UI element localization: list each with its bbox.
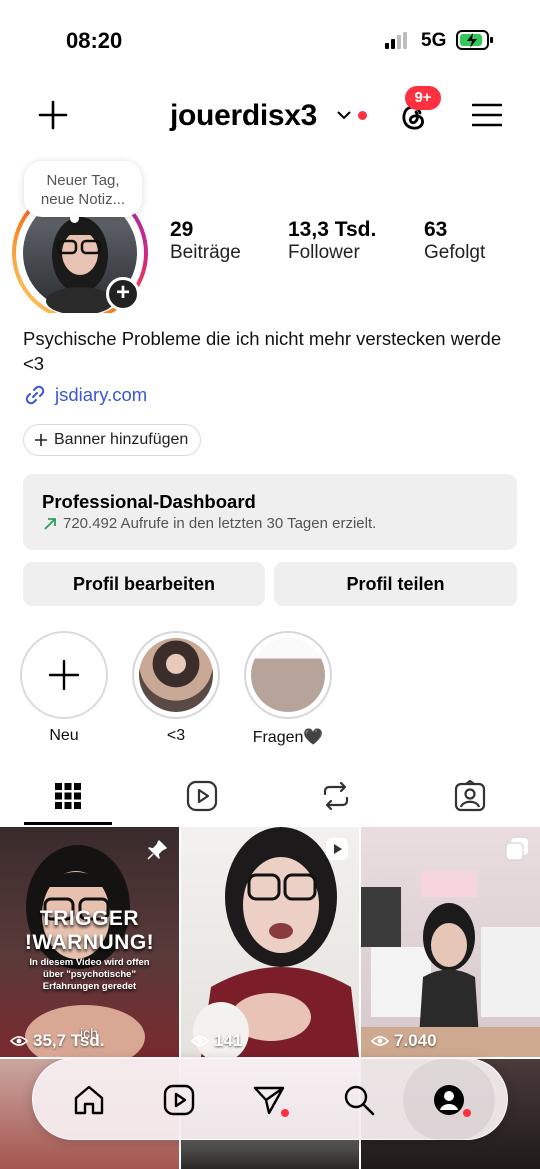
carousel-icon <box>505 838 528 861</box>
tab-reels[interactable] <box>146 766 258 826</box>
clock: 08:20 <box>66 28 123 53</box>
pin-icon <box>147 840 167 860</box>
stat-followers-value: 13,3 Tsd. <box>288 218 377 241</box>
post-thumbnail <box>193 827 359 1057</box>
profile-tabs <box>0 766 540 826</box>
stat-posts[interactable]: 29 Beiträge <box>170 218 241 264</box>
add-banner-label: Banner hinzufügen <box>54 431 189 448</box>
post-thumbnail <box>361 871 540 1057</box>
note-text: Neuer Tag, neue Notiz... <box>40 172 126 208</box>
active-tab-indicator <box>24 822 112 825</box>
account-notification-dot <box>358 111 367 120</box>
view-count: 35,7 Tsd. <box>10 1031 105 1051</box>
overlay-title-2: !WARNUNG! <box>24 931 155 954</box>
view-count-text: 7.040 <box>394 1031 437 1050</box>
nav-profile[interactable] <box>403 1059 495 1141</box>
eye-icon <box>191 1036 209 1046</box>
stat-posts-label: Beiträge <box>170 242 241 263</box>
grid-icon <box>55 783 81 809</box>
grid-post-2[interactable]: 141 <box>181 827 359 1057</box>
highlight-new[interactable]: Neu <box>20 631 108 745</box>
battery-icon <box>456 30 493 50</box>
plus-icon <box>48 659 80 691</box>
reels-icon <box>163 1084 195 1116</box>
note-tail <box>70 214 79 223</box>
nav-reels[interactable] <box>137 1059 221 1141</box>
plus-icon <box>35 434 47 446</box>
tab-reposts[interactable] <box>280 766 392 826</box>
bottom-navigation <box>32 1058 508 1141</box>
tab-tagged[interactable] <box>414 766 526 826</box>
stat-following-label: Gefolgt <box>424 242 486 263</box>
highlight-cover <box>251 638 325 712</box>
highlight-questions[interactable]: Fragen🖤 <box>244 631 332 747</box>
highlight-label: <3 <box>166 727 186 744</box>
tab-posts-grid[interactable] <box>12 766 124 826</box>
reels-icon <box>186 780 218 812</box>
add-story-button[interactable]: + <box>106 277 140 311</box>
share-profile-button[interactable]: Profil teilen <box>274 562 517 606</box>
overlay-subtitle: In diesem Video wird offen über "psychot… <box>29 957 150 992</box>
profile-notification-dot <box>463 1109 471 1117</box>
grid-post-3[interactable]: 7.040 <box>361 827 540 1057</box>
eye-icon <box>371 1036 389 1046</box>
trend-up-icon <box>44 518 56 530</box>
view-count: 7.040 <box>371 1031 437 1051</box>
plus-icon[interactable] <box>38 100 68 130</box>
profile-link-text: jsdiary.com <box>55 384 148 405</box>
menu-icon[interactable] <box>472 102 502 128</box>
highlight-label: Neu <box>49 727 79 744</box>
stat-followers-label: Follower <box>288 242 360 263</box>
highlight-cover <box>139 638 213 712</box>
view-count: 141 <box>191 1031 242 1051</box>
messages-notification-dot <box>281 1109 289 1117</box>
stat-posts-value: 29 <box>170 218 194 241</box>
repost-icon <box>323 781 349 811</box>
search-icon <box>344 1085 375 1116</box>
stat-followers[interactable]: 13,3 Tsd. Follower <box>288 218 376 264</box>
nav-search[interactable] <box>317 1059 401 1141</box>
eye-icon <box>10 1036 28 1046</box>
overlay-title-1: TRIGGER <box>39 907 140 930</box>
home-icon <box>74 1085 104 1115</box>
note-bubble[interactable]: Neuer Tag, neue Notiz... <box>24 161 142 217</box>
status-bar: 08:20 5G <box>0 0 540 80</box>
link-icon <box>25 385 45 405</box>
stat-following-value: 63 <box>424 218 448 241</box>
professional-dashboard[interactable]: Professional-Dashboard 720.492 Aufrufe i… <box>23 474 517 550</box>
nav-home[interactable] <box>47 1059 131 1141</box>
highlight-heart[interactable]: <3 <box>132 631 220 745</box>
stat-following[interactable]: 63 Gefolgt <box>424 218 485 264</box>
dashboard-title: Professional-Dashboard <box>42 491 256 512</box>
nav-messages[interactable] <box>227 1059 311 1141</box>
profile-link[interactable]: jsdiary.com <box>23 382 147 408</box>
profile-header: jouerdisx3 9+ <box>0 80 540 152</box>
grid-post-1[interactable]: TRIGGER !WARNUNG! In diesem Video wird o… <box>0 827 179 1057</box>
add-banner-button[interactable]: Banner hinzufügen <box>23 424 202 456</box>
tagged-person-icon <box>454 780 486 812</box>
highlight-label: Fragen🖤 <box>252 729 324 746</box>
reel-icon <box>326 838 348 860</box>
profile-icon <box>434 1085 464 1115</box>
signal-icon <box>385 32 407 49</box>
edit-profile-button[interactable]: Profil bearbeiten <box>23 562 265 606</box>
chevron-down-icon[interactable] <box>337 110 351 120</box>
threads-badge: 9+ <box>405 86 441 110</box>
bio-text: Psychische Probleme die ich nicht mehr v… <box>23 328 502 374</box>
dashboard-subtitle: 720.492 Aufrufe in den letzten 30 Tagen … <box>63 515 377 532</box>
view-count-text: 141 <box>214 1031 243 1050</box>
view-count-text: 35,7 Tsd. <box>33 1031 105 1050</box>
network-type: 5G <box>421 30 447 51</box>
username[interactable]: jouerdisx3 <box>170 99 317 133</box>
